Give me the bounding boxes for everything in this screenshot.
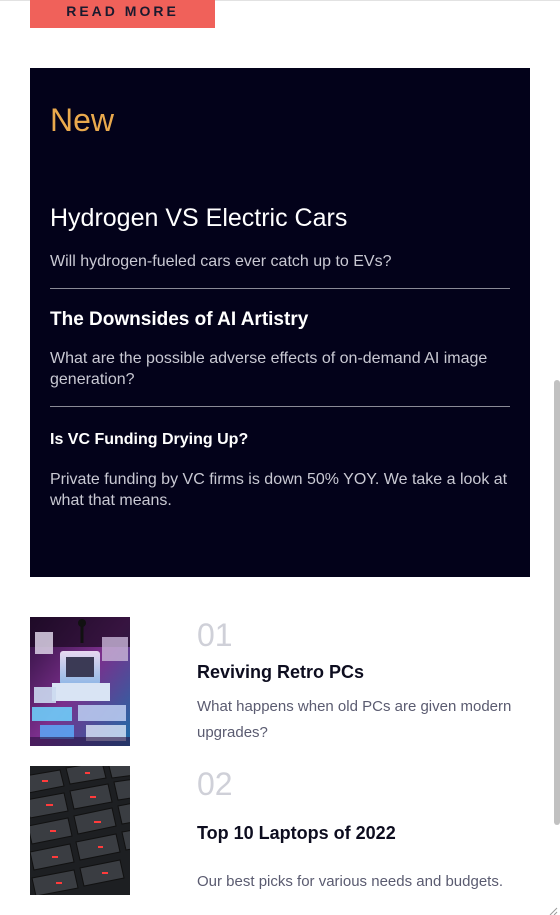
article-title[interactable]: Hydrogen VS Electric Cars	[50, 202, 510, 234]
post-description: What happens when old PCs are given mode…	[197, 698, 512, 741]
post-title[interactable]: Top 10 Laptops of 2022	[197, 823, 396, 844]
article-divider	[50, 406, 510, 407]
article-title[interactable]: The Downsides of AI Artistry	[50, 308, 510, 332]
article-divider	[50, 288, 510, 289]
read-more-button[interactable]: READ MORE	[30, 0, 215, 28]
article-ai-artistry: The Downsides of AI Artistry What are th…	[50, 308, 510, 390]
article-description: Will hydrogen-fueled cars ever catch up …	[50, 253, 392, 270]
new-articles-panel: New Hydrogen VS Electric Cars Will hydro…	[30, 68, 530, 577]
article-vc-funding: Is VC Funding Drying Up? Private funding…	[50, 429, 510, 511]
resize-handle-icon[interactable]	[548, 903, 558, 915]
article-description: Private funding by VC firms is down 50% …	[50, 471, 508, 509]
scrollbar-thumb[interactable]	[554, 380, 560, 825]
laptop-keyboard-thumbnail[interactable]	[30, 766, 130, 895]
article-hydrogen-vs-electric: Hydrogen VS Electric Cars Will hydrogen-…	[50, 202, 510, 272]
post-number: 02	[197, 766, 233, 802]
page: READ MORE New Hydrogen VS Electric Cars …	[0, 0, 560, 915]
post-description: Our best picks for various needs and bud…	[197, 873, 504, 890]
article-title[interactable]: Is VC Funding Drying Up?	[50, 429, 510, 451]
post-number: 01	[197, 617, 233, 653]
new-section-heading: New	[50, 102, 115, 138]
post-title[interactable]: Reviving Retro PCs	[197, 662, 364, 683]
retro-pc-thumbnail[interactable]	[30, 617, 130, 746]
article-description: What are the possible adverse effects of…	[50, 350, 488, 388]
